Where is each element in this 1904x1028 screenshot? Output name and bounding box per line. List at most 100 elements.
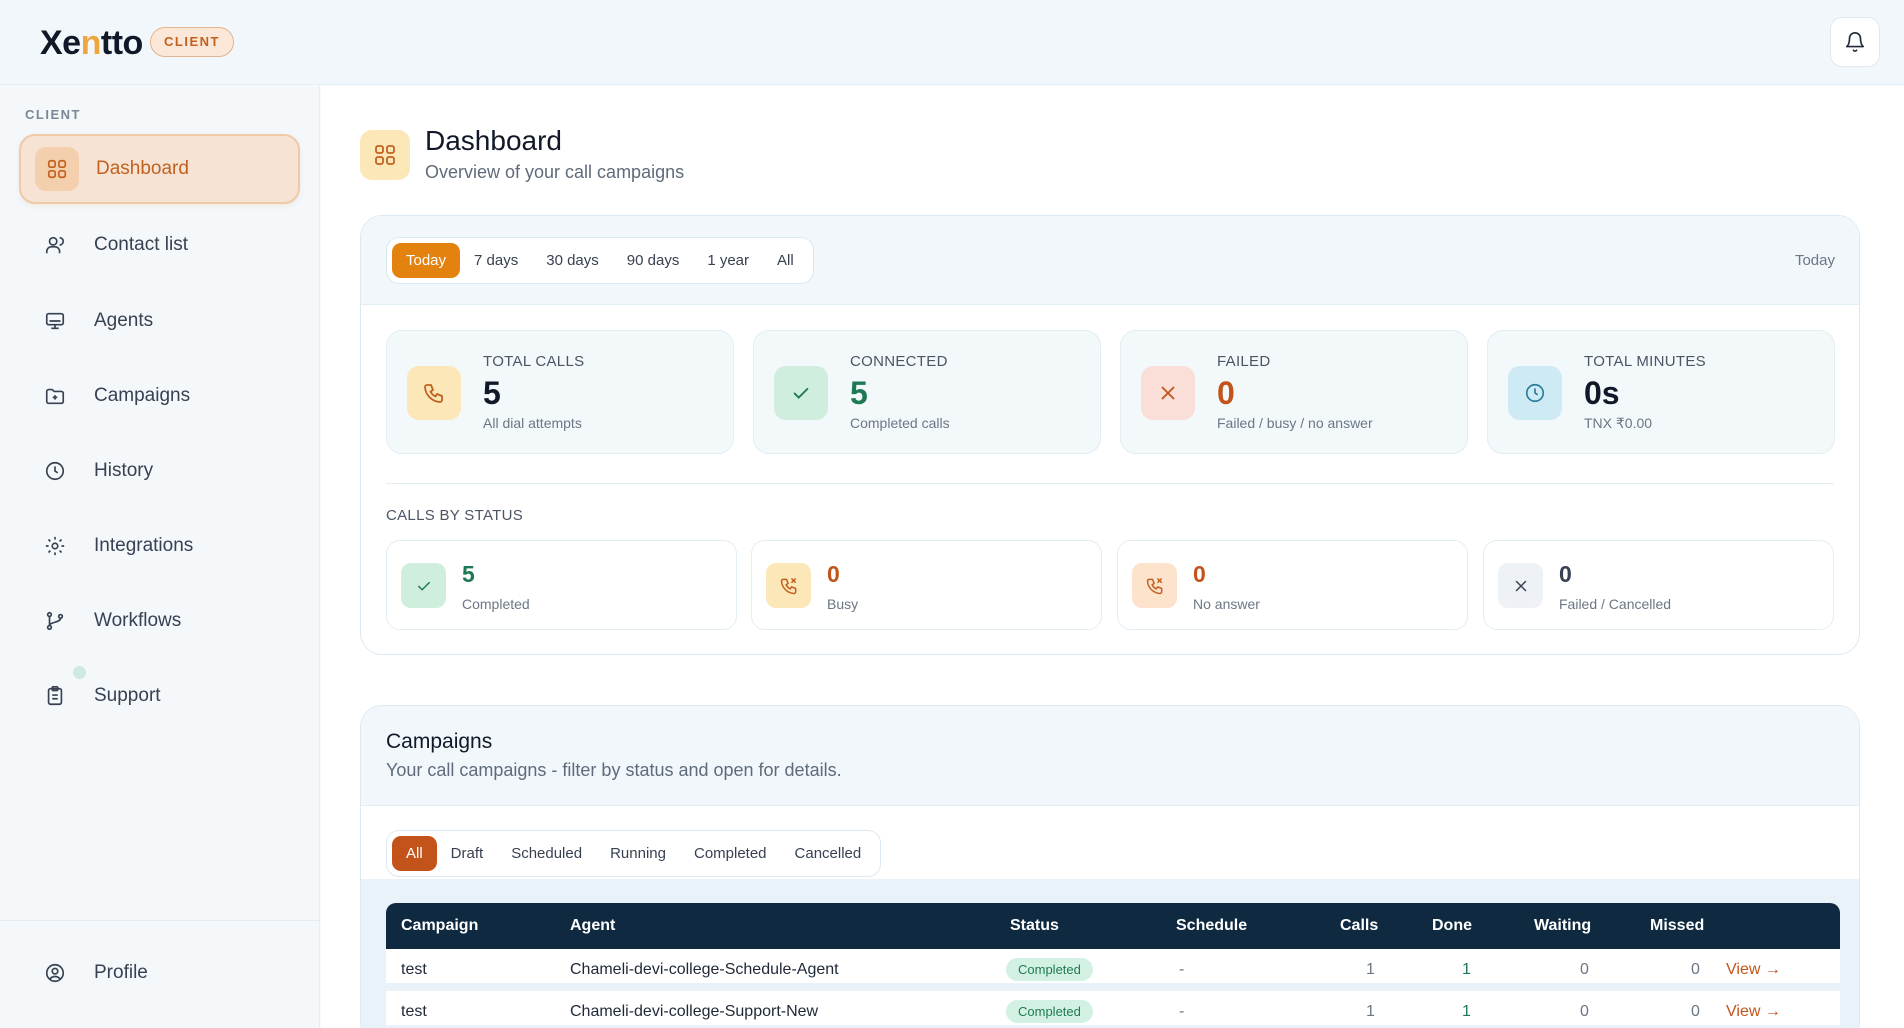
col-calls[interactable]: Calls [1340,917,1378,935]
sidebar-item-label: Contact list [94,234,188,255]
sidebar-item-support[interactable]: Support [19,661,300,731]
sidebar-item-label: Profile [94,962,148,983]
stat-value: 0s [1584,375,1620,411]
col-done[interactable]: Done [1432,917,1472,935]
bell-icon [1845,32,1865,52]
sidebar-item-integrations[interactable]: Integrations [19,511,300,581]
stat-value: 0 [1217,375,1235,411]
cell-missed: 0 [1691,961,1700,978]
stat-value: 5 [483,375,501,411]
sidebar-item-label: Support [94,685,161,706]
sidebar-item-workflows[interactable]: Workflows [19,586,300,656]
filter-cancelled[interactable]: Cancelled [781,836,876,871]
status-label: Failed / Cancelled [1559,596,1672,612]
phone-missed-icon [766,563,811,608]
filter-running[interactable]: Running [596,836,680,871]
status-label: No answer [1193,596,1260,612]
cell-campaign: test [401,1003,427,1020]
col-waiting[interactable]: Waiting [1534,917,1591,935]
period-option-7-days[interactable]: 7 days [460,243,532,278]
check-icon [774,366,828,420]
filter-completed[interactable]: Completed [680,836,781,871]
stat-note: All dial attempts [483,415,582,431]
cell-agent: Chameli-devi-college-Support-New [570,1003,819,1020]
status-badge: Completed [1006,958,1093,981]
sidebar-item-campaigns[interactable]: Campaigns [19,361,300,431]
status-failed-cancelled: 0 Failed / Cancelled [1483,540,1834,630]
sidebar-item-agents[interactable]: Agents [19,286,300,356]
folder-plus-icon [33,374,77,418]
stat-label: CONNECTED [850,353,948,370]
cell-campaign: test [401,961,427,978]
notifications-button[interactable] [1830,17,1880,67]
clock-icon [33,449,77,493]
cell-missed: 0 [1691,1003,1700,1020]
grid-icon [375,145,395,165]
sidebar-item-contact-list[interactable]: Contact list [19,210,300,280]
table-row[interactable]: test Chameli-devi-college-Schedule-Agent… [386,949,1840,991]
clipboard-icon [33,674,77,718]
view-link[interactable]: View → [1726,961,1781,979]
cell-waiting: 0 [1580,1003,1589,1020]
stat-label: TOTAL MINUTES [1584,353,1706,370]
logo[interactable]: Xentto [40,24,143,63]
role-badge: CLIENT [150,27,234,57]
sidebar-item-profile[interactable]: Profile [19,938,300,1008]
period-option-1-year[interactable]: 1 year [693,243,763,278]
col-schedule[interactable]: Schedule [1176,917,1247,935]
calls-by-status-title: CALLS BY STATUS [386,507,524,524]
view-link[interactable]: View → [1726,1003,1781,1021]
sidebar-item-label: Campaigns [94,385,191,406]
sidebar-item-label: Agents [94,310,154,331]
status-dot [73,666,86,679]
stat-value: 5 [850,375,868,411]
stat-total-calls: TOTAL CALLS 5 All dial attempts [386,330,734,454]
campaigns-table: Campaign Agent Status Schedule Calls Don… [386,903,1840,1028]
sidebar-item-label: History [94,460,154,481]
dashboard-header-icon [360,130,410,180]
sidebar-divider [0,920,320,921]
period-option-all[interactable]: All [763,243,808,278]
period-option-90-days[interactable]: 90 days [613,243,694,278]
clock-icon [1508,366,1562,420]
x-icon [1498,563,1543,608]
cell-schedule: - [1179,1003,1185,1020]
filter-scheduled[interactable]: Scheduled [497,836,596,871]
campaign-status-filter: All Draft Scheduled Running Completed Ca… [386,830,882,877]
page-subtitle: Overview of your call campaigns [425,162,685,182]
status-label: Completed [462,596,530,612]
stat-note: TNX ₹0.00 [1584,415,1653,431]
col-campaign[interactable]: Campaign [401,917,478,935]
status-label: Busy [827,596,859,612]
x-icon [1141,366,1195,420]
user-circle-icon [33,951,77,995]
period-option-30-days[interactable]: 30 days [532,243,613,278]
col-status[interactable]: Status [1010,917,1059,935]
section-divider [386,483,1834,484]
top-bar: Xentto CLIENT [0,0,1904,85]
status-value: 0 [827,561,840,587]
page-title: Dashboard [425,125,562,156]
filter-all[interactable]: All [392,836,437,871]
col-missed[interactable]: Missed [1650,917,1704,935]
period-selector: Today 7 days 30 days 90 days 1 year All [386,237,814,284]
cell-done: 1 [1462,961,1471,978]
sidebar-item-history[interactable]: History [19,436,300,506]
table-row[interactable]: test Chameli-devi-college-Support-New Co… [386,991,1840,1028]
period-option-today[interactable]: Today [392,243,461,278]
col-agent[interactable]: Agent [570,917,615,935]
stat-failed: FAILED 0 Failed / busy / no answer [1120,330,1468,454]
campaigns-subtitle: Your call campaigns - filter by status a… [386,760,842,780]
phone-missed-icon [1132,563,1177,608]
grid-icon [35,147,79,191]
sidebar-item-label: Integrations [94,535,194,556]
users-icon [33,223,77,267]
cell-waiting: 0 [1580,961,1589,978]
sidebar-item-label: Dashboard [96,158,189,179]
campaigns-title: Campaigns [386,730,493,753]
stat-note: Failed / busy / no answer [1217,415,1373,431]
filter-draft[interactable]: Draft [437,836,498,871]
stat-note: Completed calls [850,415,950,431]
status-no-answer: 0 No answer [1117,540,1468,630]
sidebar-item-dashboard[interactable]: Dashboard [19,134,300,204]
